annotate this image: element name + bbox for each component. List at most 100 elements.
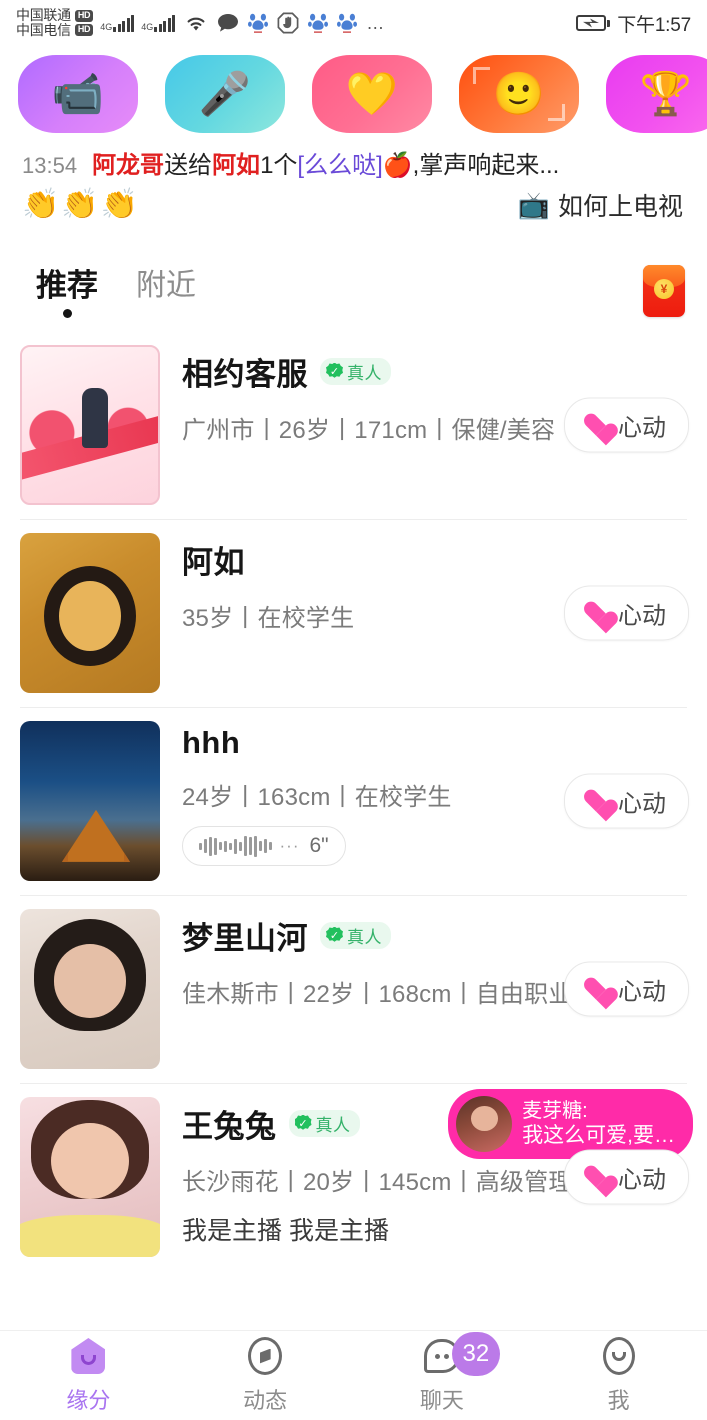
verified-label: 真人 [347,363,382,383]
tab-active-indicator [62,309,72,318]
trophy-icon: 🏆 [639,69,693,117]
heart-icon [583,601,609,625]
microphone-icon: 🎤 [198,69,252,117]
like-button[interactable]: 心动 [564,585,689,641]
chat-unread-badge: 32 [451,1332,500,1376]
waveform-ellipsis: ··· [279,836,300,855]
avatar[interactable] [20,345,160,505]
like-button-label: 心动 [618,790,666,818]
nav-item-moments[interactable]: 动态 [177,1336,354,1415]
list-item-body: 王兔兔 ✓ 真人 长沙雨花丨20岁丨145cm丨高级管理 我是主播 我是主播 麦… [160,1089,693,1257]
how-to-go-on-tv-link[interactable]: 📺 如何上电视 [518,187,689,223]
avatar[interactable] [20,909,160,1069]
gift-receiver: 阿如 [212,152,261,179]
gift-emoji-icon: 🍎 [382,152,413,179]
list-item[interactable]: 相约客服 ✓ 真人 广州市丨26岁丨171cm丨保健/美容 心动 [0,331,707,519]
app-root: 中国联通 HD 中国电信 HD 4G 4G … 下午1:57 📹 🎤 💛 🙂 🏆… [0,0,707,1420]
story-video-heart[interactable]: 📹 [18,54,138,133]
list-item[interactable]: hhh 24岁丨163cm丨在校学生 ··· 6" 心动 [0,707,707,895]
gift-sender: 阿龙哥 [92,152,165,179]
like-button-label: 心动 [618,1166,666,1194]
battery-charging-icon [576,15,611,31]
chat-bubble-avatar [456,1096,513,1152]
like-button[interactable]: 心动 [564,1149,689,1205]
baidu-paw-icon-1 [248,12,269,34]
house-heart-icon [68,1336,108,1376]
hearts-icon: 💛 [345,69,399,117]
like-button[interactable]: 心动 [564,397,689,453]
list-item-body: 阿如 35岁丨在校学生 心动 [160,533,689,693]
like-button[interactable]: 心动 [564,961,689,1017]
heart-icon [583,789,609,813]
carrier-primary-row: 中国联通 HD [16,8,94,23]
verified-label: 真人 [315,1115,351,1135]
verified-label: 真人 [347,927,382,947]
gift-tail-text: ,掌声响起来... [412,152,560,179]
status-badge: ✓ 真人 [320,358,391,385]
story-trophy[interactable]: 🏆 [606,54,707,133]
verified-check-icon: ✓ [294,1114,312,1130]
tab-bar: 推荐 附近 ¥ [0,253,707,331]
list-item[interactable]: 阿如 35岁丨在校学生 心动 [0,519,707,707]
list-item[interactable]: 梦里山河 ✓ 真人 佳木斯市丨22岁丨168cm丨自由职业者 心动 [0,895,707,1083]
avatar[interactable] [20,533,160,693]
signal-group-1: 4G [100,14,135,32]
like-button-label: 心动 [618,414,666,442]
nav-item-chat-label: 聊天 [419,1388,464,1413]
carrier-secondary-label: 中国电信 [16,22,71,38]
user-list: 相约客服 ✓ 真人 广州市丨26岁丨171cm丨保健/美容 心动 阿如 35岁丨… [0,331,707,1330]
tab-nearby[interactable]: 附近 [136,267,196,305]
smiley-face-icon: 🙂 [492,69,546,117]
user-name: 阿如 [182,545,245,580]
stories-row[interactable]: 📹 🎤 💛 🙂 🏆 [0,46,707,141]
nav-item-chat[interactable]: 32 聊天 [354,1332,531,1415]
like-button[interactable]: 心动 [564,773,689,829]
stop-hand-icon [277,12,299,34]
story-smiley-face[interactable]: 🙂 [459,54,579,133]
status-badge: ✓ 真人 [320,922,391,949]
gift-name: [么么哒] [297,152,383,179]
nav-item-me-label: 我 [607,1388,630,1413]
list-item-body: 梦里山河 ✓ 真人 佳木斯市丨22岁丨168cm丨自由职业者 心动 [160,909,689,1069]
carrier-info: 中国联通 HD 中国电信 HD [16,8,94,38]
story-microphone[interactable]: 🎤 [165,54,285,133]
red-packet-seal-icon: ¥ [654,279,674,299]
gift-notice-sentence: 阿龙哥送给阿如1个[么么哒]🍎,掌声响起来... [92,149,559,183]
avatar[interactable] [20,1097,160,1257]
floating-chat-bubble[interactable]: 麦芽糖: 我这么可爱,要… [448,1089,693,1159]
compass-icon [245,1336,285,1376]
gift-notice-time: 13:54 [22,153,78,178]
overflow-dots-icon: … [366,13,386,33]
gift-notice-secondary-row: 👏👏👏 📺 如何上电视 [22,187,689,223]
baidu-paw-icon-2 [308,12,329,34]
signal-group-2: 4G [141,14,176,32]
story-hearts[interactable]: 💛 [312,54,432,133]
status-bar-clock: 下午1:57 [617,14,691,36]
speech-bubble-icon [217,13,239,33]
name-line: 梦里山河 ✓ 真人 [182,913,689,958]
gift-verb: 送给 [164,152,213,179]
profile-icon [599,1336,639,1376]
gift-notice-banner[interactable]: 13:54 阿龙哥送给阿如1个[么么哒]🍎,掌声响起来... 👏👏👏 📺 如何上… [0,141,707,253]
video-heart-icon: 📹 [51,69,105,117]
list-item[interactable]: 王兔兔 ✓ 真人 长沙雨花丨20岁丨145cm丨高级管理 我是主播 我是主播 麦… [0,1083,707,1271]
carrier-secondary-row: 中国电信 HD [16,22,94,38]
how-to-go-on-tv-label: 如何上电视 [557,193,683,221]
name-line: hhh [182,725,689,761]
user-name: 梦里山河 [182,921,308,956]
voice-clip-button[interactable]: ··· 6" [182,826,346,866]
name-line: 相约客服 ✓ 真人 [182,349,689,394]
verified-check-icon: ✓ [326,926,343,942]
nav-item-destiny[interactable]: 缘分 [0,1336,177,1415]
tab-nearby-label: 附近 [136,269,196,302]
heart-icon [583,1165,609,1189]
red-packet-button[interactable]: ¥ [643,265,685,317]
avatar[interactable] [20,721,160,881]
nav-item-me[interactable]: 我 [530,1336,707,1415]
list-item-body: hhh 24岁丨163cm丨在校学生 ··· 6" 心动 [160,721,689,881]
list-item-body: 相约客服 ✓ 真人 广州市丨26岁丨171cm丨保健/美容 心动 [160,345,689,505]
television-icon: 📺 [517,189,550,220]
tab-recommend[interactable]: 推荐 [36,267,98,318]
waveform-icon [199,835,272,857]
user-name: 王兔兔 [182,1109,277,1144]
